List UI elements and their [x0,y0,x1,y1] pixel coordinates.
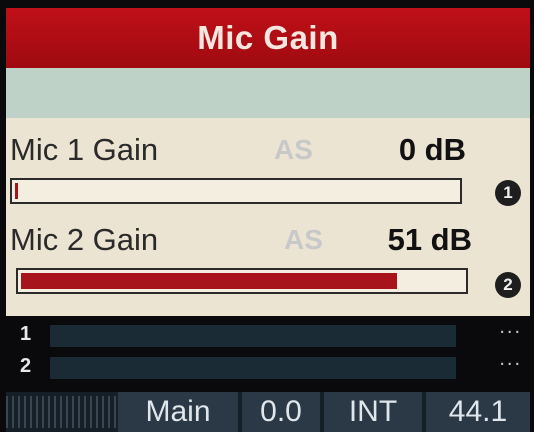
mic2-gain-slider[interactable] [16,268,468,294]
mixer-screen: Mic Gain Mic 1 Gain AS 0 dB 1 Mic 2 Gain… [0,0,534,432]
mic1-gain-value: 0 dB [398,132,466,167]
meter-1-menu[interactable]: ... [499,316,522,339]
gain-panel: Mic 1 Gain AS 0 dB 1 Mic 2 Gain AS 51 dB… [6,118,530,316]
meter-2-menu[interactable]: ... [499,348,522,371]
status-clock[interactable]: INT [324,392,422,432]
meter-1-label: 1 [20,323,32,345]
status-bus[interactable]: Main [118,392,238,432]
mic2-gain-label: Mic 2 Gain [10,222,159,257]
meter-2-bar [50,357,456,379]
status-sample-rate[interactable]: 44.1 [426,392,530,432]
mic1-gain-fill [15,183,18,199]
meter-1-bar [50,325,456,347]
page-title: Mic Gain [197,19,339,56]
mic2-gain-fill [21,273,397,289]
mic1-gain-label: Mic 1 Gain [10,132,159,167]
mic1-as-indicator[interactable]: AS [274,134,313,166]
mic2-gain-value: 51 dB [387,222,472,257]
status-meter-ticks [6,396,116,428]
status-level[interactable]: 0.0 [242,392,320,432]
mic2-as-indicator[interactable]: AS [284,224,323,256]
level-meter-2: 2 ... [6,348,530,382]
level-meter-1: 1 ... [6,316,530,350]
status-bar: Main 0.0 INT 44.1 [6,392,530,432]
meter-2-label: 2 [20,355,32,377]
screen-header: Mic Gain [6,8,530,68]
encoder-2-icon: 2 [495,272,521,298]
sub-header-bar [6,68,530,118]
encoder-1-icon: 1 [495,180,521,206]
mic1-gain-slider[interactable] [10,178,462,204]
